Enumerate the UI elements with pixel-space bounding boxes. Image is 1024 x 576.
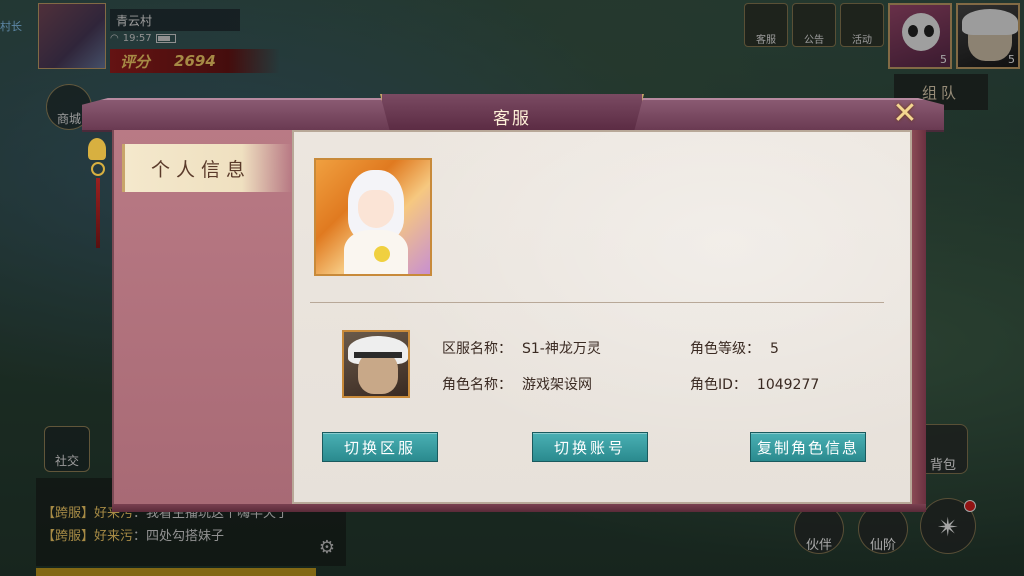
switch-account-button[interactable]: 切换账号 bbox=[532, 432, 648, 462]
role-level-value: 5 bbox=[770, 341, 779, 357]
role-id-value: 1049277 bbox=[756, 377, 820, 393]
role-level-label: 角色等级： bbox=[690, 341, 760, 357]
switch-server-button[interactable]: 切换区服 bbox=[322, 432, 438, 462]
server-name-label: 区服名称： bbox=[442, 341, 512, 357]
dialog-bottom-frame bbox=[112, 504, 926, 512]
server-name-row: 区服名称： S1-神龙万灵 bbox=[442, 338, 601, 358]
role-name-value: 游戏架设网 bbox=[522, 377, 592, 393]
dialog-title: 客服 bbox=[493, 109, 531, 129]
character-avatar-small bbox=[342, 330, 410, 398]
role-id-label: 角色ID： bbox=[690, 377, 747, 393]
character-portrait-large bbox=[314, 158, 432, 276]
role-name-row: 角色名称： 游戏架设网 bbox=[442, 374, 592, 394]
section-divider bbox=[310, 302, 884, 303]
close-icon[interactable]: ✕ bbox=[890, 99, 920, 130]
role-name-label: 角色名称： bbox=[442, 377, 512, 393]
role-id-row: 角色ID： 1049277 bbox=[690, 374, 819, 394]
copy-role-info-button[interactable]: 复制角色信息 bbox=[750, 432, 866, 462]
dialog-right-frame bbox=[912, 130, 926, 504]
bell-ornament-icon bbox=[88, 138, 108, 254]
role-level-row: 角色等级： 5 bbox=[690, 338, 779, 358]
flower-icon bbox=[374, 246, 390, 262]
tab-personal-info[interactable]: 个人信息 bbox=[122, 144, 292, 192]
server-name-value: S1-神龙万灵 bbox=[522, 341, 601, 357]
